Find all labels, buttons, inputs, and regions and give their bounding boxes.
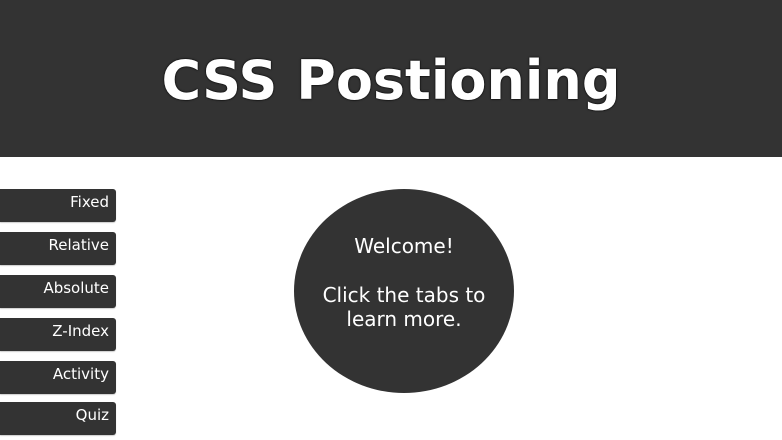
tab-z-index[interactable]: Z-Index <box>0 318 116 351</box>
tab-relative[interactable]: Relative <box>0 232 116 265</box>
tab-quiz[interactable]: Quiz <box>0 402 116 435</box>
tab-quiz-label: Quiz <box>75 406 109 424</box>
welcome-title: Welcome! <box>354 234 454 258</box>
tab-fixed[interactable]: Fixed <box>0 189 116 222</box>
tab-z-index-label: Z-Index <box>52 322 109 340</box>
welcome-body: Click the tabs to learn more. <box>322 283 486 331</box>
tab-fixed-label: Fixed <box>70 193 109 211</box>
page-title: CSS Postioning <box>161 49 621 112</box>
tab-absolute[interactable]: Absolute <box>0 275 116 308</box>
tab-absolute-label: Absolute <box>43 279 109 297</box>
tab-activity[interactable]: Activity <box>0 361 116 394</box>
page: CSS Postioning Fixed Relative Absolute Z… <box>0 0 782 440</box>
header-banner: CSS Postioning <box>0 0 782 157</box>
tab-relative-label: Relative <box>48 236 110 254</box>
tab-activity-label: Activity <box>52 365 109 383</box>
welcome-circle: Welcome! Click the tabs to learn more. <box>294 189 514 393</box>
